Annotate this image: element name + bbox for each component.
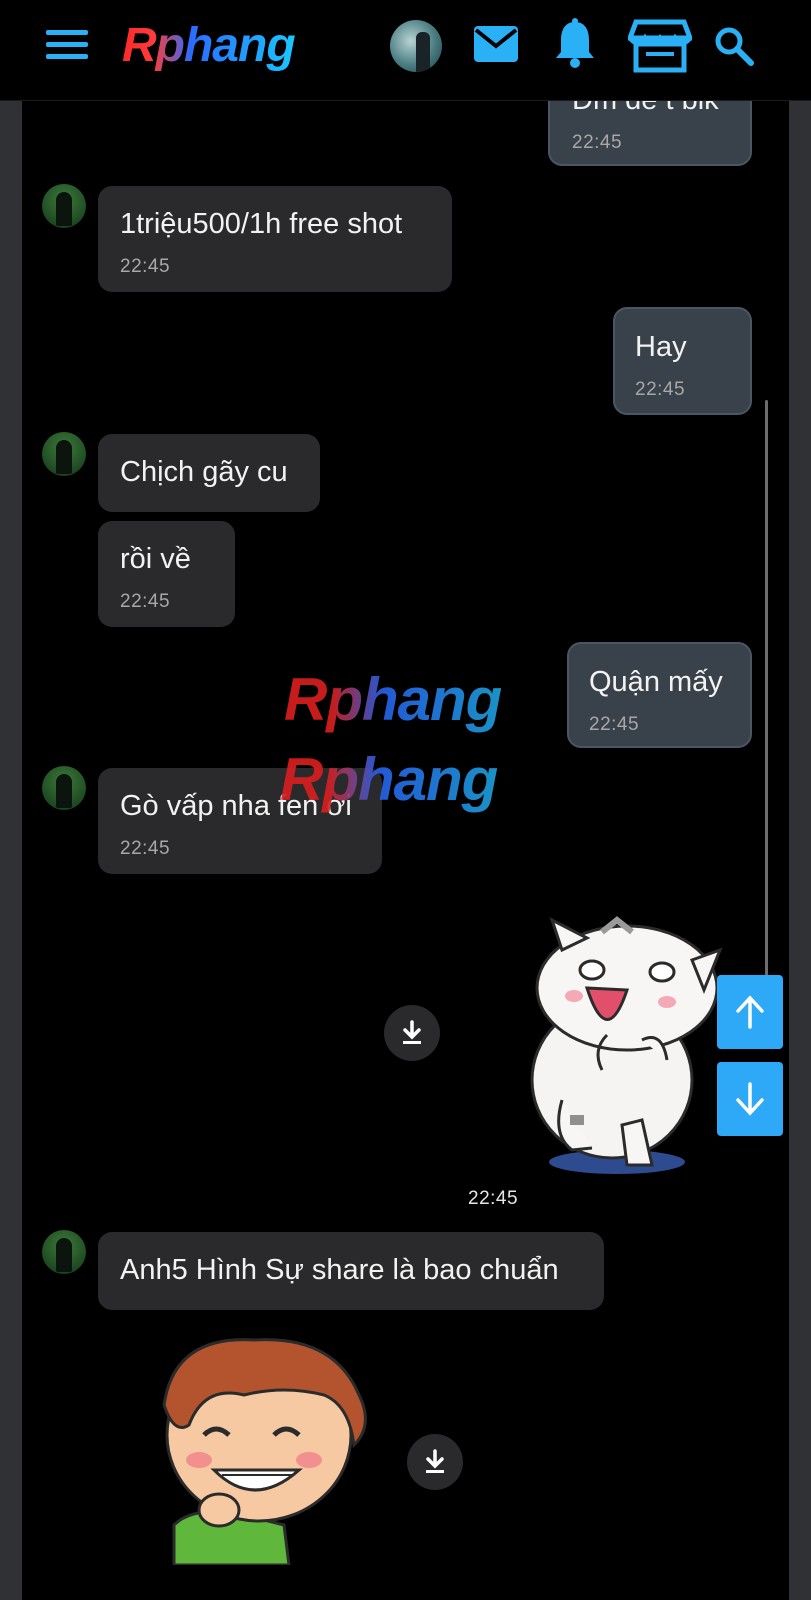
message-text: Hay: [635, 331, 687, 363]
grinning-boy-sticker[interactable]: [134, 1325, 384, 1565]
message-text: rồi về: [120, 543, 191, 575]
message-bubble-outgoing[interactable]: Quận mấy 22:45: [567, 642, 752, 748]
message-text: 1triệu500/1h free shot: [120, 208, 403, 240]
watermark: Rphang: [280, 746, 498, 813]
download-button[interactable]: [407, 1434, 463, 1490]
sender-avatar[interactable]: [42, 766, 86, 810]
search-icon[interactable]: [714, 26, 754, 66]
bell-icon[interactable]: [554, 18, 596, 70]
laughing-cat-sticker[interactable]: [492, 910, 732, 1180]
mail-icon[interactable]: [472, 24, 520, 64]
message-time: 22:45: [635, 379, 686, 400]
download-button[interactable]: [384, 1005, 440, 1061]
message-text: Chịch gãy cu: [120, 456, 288, 488]
right-gutter: [789, 100, 811, 1600]
message-time: 22:45: [468, 1188, 519, 1209]
message-time: 22:45: [589, 714, 640, 735]
arrow-down-icon: [736, 1082, 764, 1116]
user-avatar[interactable]: [390, 20, 442, 72]
message-time: 22:45: [120, 838, 171, 859]
download-icon: [403, 1020, 421, 1044]
message-bubble-incoming[interactable]: Chịch gãy cu: [98, 434, 320, 512]
scroll-down-button[interactable]: [717, 1062, 783, 1136]
message-time: 22:45: [120, 256, 171, 277]
message-bubble-incoming[interactable]: rồi về 22:45: [98, 521, 235, 627]
arrow-up-icon: [736, 995, 764, 1029]
store-icon[interactable]: [628, 18, 692, 74]
site-logo[interactable]: Rphang: [122, 18, 296, 73]
scrollbar[interactable]: [765, 400, 768, 980]
message-bubble-incoming[interactable]: 1triệu500/1h free shot 22:45: [98, 186, 452, 292]
message-text: Anh5 Hình Sự share là bao chuẩn: [120, 1254, 559, 1286]
sender-avatar[interactable]: [42, 1230, 86, 1274]
scroll-up-button[interactable]: [717, 975, 783, 1049]
message-list[interactable]: Đm để t bik 22:45 1triệu500/1h free shot…: [22, 0, 789, 1600]
sender-avatar[interactable]: [42, 432, 86, 476]
message-text: Quận mấy: [589, 666, 723, 698]
message-time: 22:45: [572, 132, 623, 153]
watermark: Rphang: [284, 666, 502, 733]
message-bubble-outgoing[interactable]: Hay 22:45: [613, 307, 752, 415]
left-gutter: [0, 100, 22, 1600]
top-navigation-bar: Rphang: [0, 0, 811, 101]
menu-icon[interactable]: [46, 30, 88, 62]
message-time: 22:45: [120, 591, 171, 612]
message-bubble-incoming[interactable]: Anh5 Hình Sự share là bao chuẩn: [98, 1232, 604, 1310]
sender-avatar[interactable]: [42, 184, 86, 228]
download-icon: [426, 1449, 444, 1473]
